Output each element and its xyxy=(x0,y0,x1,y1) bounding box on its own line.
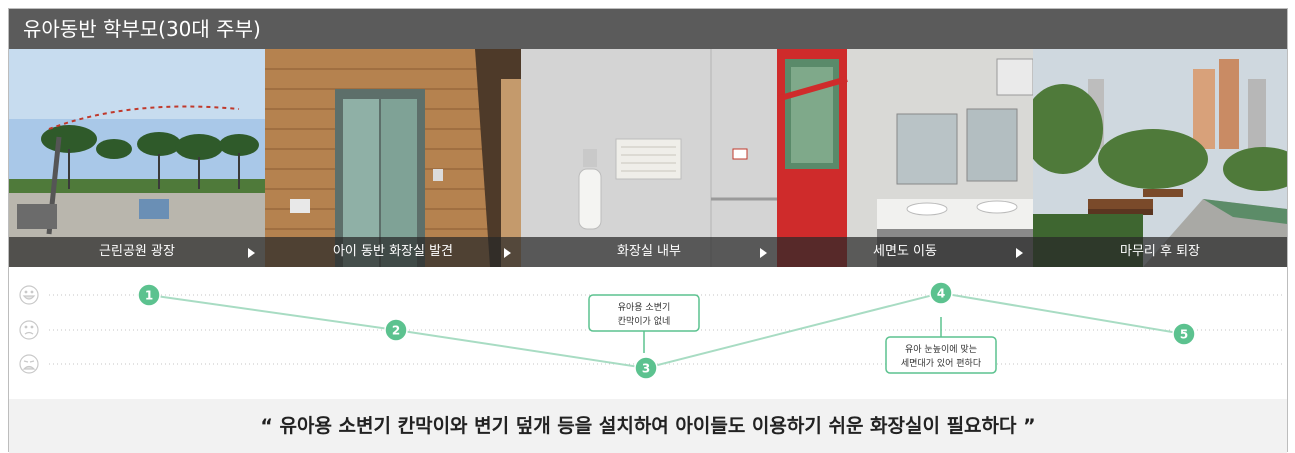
emotion-graph: 유아용 소변기 칸막이가 없네 유아 눈높이에 맞는 세면대가 있어 편하다 1… xyxy=(19,281,1284,380)
journey-point-5: 5 xyxy=(1172,322,1196,346)
journey-map: 유아동반 학부모(30대 주부) 근린공원 광장 아이 동반 화장실 발견 화장… xyxy=(8,8,1288,453)
step-caption-4: 세면도 이동 xyxy=(777,237,1033,267)
photo-strip: 근린공원 광장 아이 동반 화장실 발견 화장실 내부 세면도 이동 마무리 후… xyxy=(9,49,1287,267)
park-plaza-image xyxy=(9,49,265,267)
journey-point-number: 4 xyxy=(937,287,945,301)
journey-point-number: 5 xyxy=(1180,328,1188,342)
callout-4-line-1: 유아 눈높이에 맞는 xyxy=(905,343,977,355)
journey-point-number: 1 xyxy=(145,289,153,303)
next-arrow-icon xyxy=(760,248,767,258)
neutral-face-icon xyxy=(19,320,39,340)
step-photo-5: 마무리 후 퇴장 xyxy=(1033,49,1287,267)
callout-4-line-2: 세면대가 있어 편하다 xyxy=(901,357,982,369)
washbasin-image xyxy=(777,49,1033,267)
journey-point-3: 3 xyxy=(634,356,658,380)
insight-quote: “ 유아용 소변기 칸막이와 변기 덮개 등을 설치하여 아이들도 이용하기 쉬… xyxy=(9,399,1287,453)
next-arrow-icon xyxy=(248,248,255,258)
step-caption-1: 근린공원 광장 xyxy=(9,237,265,267)
journey-point-4: 4 xyxy=(929,281,953,305)
callout-3: 유아용 소변기 칸막이가 없네 xyxy=(588,294,700,353)
restroom-entrance-image xyxy=(265,49,521,267)
journey-point-number: 3 xyxy=(642,362,650,376)
happy-face-icon xyxy=(19,285,39,305)
journey-point-number: 2 xyxy=(392,324,400,338)
callout-4: 유아 눈높이에 맞는 세면대가 있어 편하다 xyxy=(885,317,997,374)
exit-path-image xyxy=(1033,49,1287,267)
step-photo-1: 근린공원 광장 xyxy=(9,49,265,267)
journey-point-2: 2 xyxy=(384,318,408,342)
restroom-interior-image xyxy=(521,49,777,267)
next-arrow-icon xyxy=(1016,248,1023,258)
step-photo-2: 아이 동반 화장실 발견 xyxy=(265,49,521,267)
journey-point-1: 1 xyxy=(137,283,161,307)
unhappy-face-icon xyxy=(19,354,39,374)
step-caption-2: 아이 동반 화장실 발견 xyxy=(265,237,521,267)
step-caption-5: 마무리 후 퇴장 xyxy=(1033,237,1287,267)
callout-3-line-1: 유아용 소변기 xyxy=(618,302,671,313)
step-caption-3: 화장실 내부 xyxy=(521,237,777,267)
step-photo-4: 세면도 이동 xyxy=(777,49,1033,267)
next-arrow-icon xyxy=(504,248,511,258)
step-photo-3: 화장실 내부 xyxy=(521,49,777,267)
callout-3-line-2: 칸막이가 없네 xyxy=(618,316,671,327)
persona-title: 유아동반 학부모(30대 주부) xyxy=(9,9,1287,49)
